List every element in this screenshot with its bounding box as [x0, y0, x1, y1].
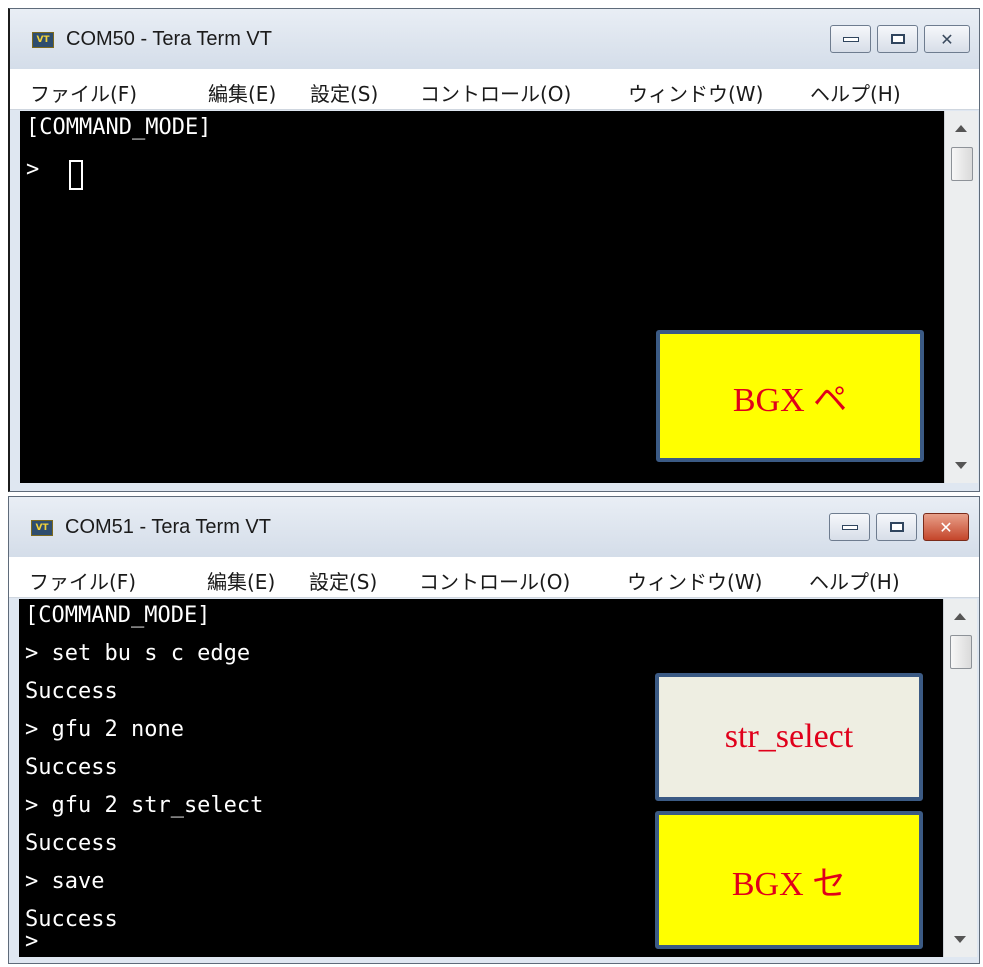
terminal-line: [COMMAND_MODE]: [26, 115, 212, 140]
menu-window[interactable]: ウィンドウ(W): [627, 566, 762, 595]
minimize-icon: [842, 36, 859, 42]
scroll-down-arrow-icon[interactable]: [955, 462, 967, 469]
maximize-icon: [890, 34, 905, 44]
close-icon: ✕: [940, 29, 954, 49]
menu-bar: ファイル(F) 編集(E) 設定(S) コントロール(O) ウィンドウ(W) ヘ…: [9, 557, 979, 598]
window-title: COM51 - Tera Term VT: [65, 516, 271, 538]
maximize-icon: [889, 522, 904, 532]
tera-term-icon[interactable]: VT: [32, 32, 54, 48]
minimize-icon: [841, 524, 858, 530]
close-icon: ✕: [939, 517, 953, 537]
title-bar[interactable]: VT COM51 - Tera Term VT ✕: [9, 497, 979, 557]
tera-term-icon[interactable]: VT: [31, 520, 53, 536]
menu-window[interactable]: ウィンドウ(W): [628, 78, 763, 107]
window-title: COM50 - Tera Term VT: [66, 28, 272, 50]
callout-bgx-se: BGX セ: [655, 811, 923, 949]
tera-term-window-com51: VT COM51 - Tera Term VT ✕ ファイル(F) 編集(E) …: [8, 496, 980, 964]
menu-help[interactable]: ヘルプ(H): [809, 566, 900, 595]
terminal-line: Success: [25, 679, 118, 704]
tera-term-window-com50: VT COM50 - Tera Term VT ✕ ファイル(F) 編集(E) …: [8, 8, 980, 492]
minimize-button[interactable]: [829, 513, 870, 541]
terminal-screen[interactable]: [COMMAND_MODE] > BGX ペ: [20, 111, 944, 483]
scroll-up-arrow-icon[interactable]: [955, 125, 967, 132]
terminal-line: > gfu 2 str_select: [25, 793, 264, 818]
terminal-line: Success: [25, 907, 118, 932]
terminal-line: > gfu 2 none: [25, 717, 184, 742]
menu-help[interactable]: ヘルプ(H): [810, 78, 901, 107]
menu-setup[interactable]: 設定(S): [309, 566, 377, 595]
terminal-screen[interactable]: [COMMAND_MODE] > set bu s c edge Success…: [19, 599, 943, 957]
close-button[interactable]: ✕: [923, 513, 969, 541]
scroll-up-arrow-icon[interactable]: [954, 613, 966, 620]
terminal-line: Success: [25, 831, 118, 856]
terminal-line: >: [25, 929, 39, 954]
maximize-button[interactable]: [876, 513, 917, 541]
terminal-line: [COMMAND_MODE]: [25, 603, 211, 628]
terminal-line: > save: [25, 869, 105, 894]
terminal-line: > set bu s c edge: [25, 641, 251, 666]
menu-file[interactable]: ファイル(F): [30, 78, 137, 107]
menu-bar: ファイル(F) 編集(E) 設定(S) コントロール(O) ウィンドウ(W) ヘ…: [10, 69, 979, 110]
terminal-line: >: [26, 157, 53, 182]
terminal-line: Success: [25, 755, 118, 780]
menu-control[interactable]: コントロール(O): [420, 78, 571, 107]
vertical-scrollbar[interactable]: [943, 599, 977, 957]
terminal-cursor: [69, 160, 83, 190]
maximize-button[interactable]: [877, 25, 918, 53]
minimize-button[interactable]: [830, 25, 871, 53]
menu-control[interactable]: コントロール(O): [419, 566, 570, 595]
menu-file[interactable]: ファイル(F): [29, 566, 136, 595]
menu-edit[interactable]: 編集(E): [207, 566, 275, 595]
scroll-thumb[interactable]: [951, 147, 973, 181]
scroll-down-arrow-icon[interactable]: [954, 936, 966, 943]
scroll-thumb[interactable]: [950, 635, 972, 669]
menu-setup[interactable]: 設定(S): [310, 78, 378, 107]
callout-str-select: str_select: [655, 673, 923, 801]
callout-bgx-pe: BGX ペ: [656, 330, 924, 462]
close-button[interactable]: ✕: [924, 25, 970, 53]
vertical-scrollbar[interactable]: [944, 111, 978, 483]
title-bar[interactable]: VT COM50 - Tera Term VT ✕: [10, 9, 979, 69]
menu-edit[interactable]: 編集(E): [208, 78, 276, 107]
